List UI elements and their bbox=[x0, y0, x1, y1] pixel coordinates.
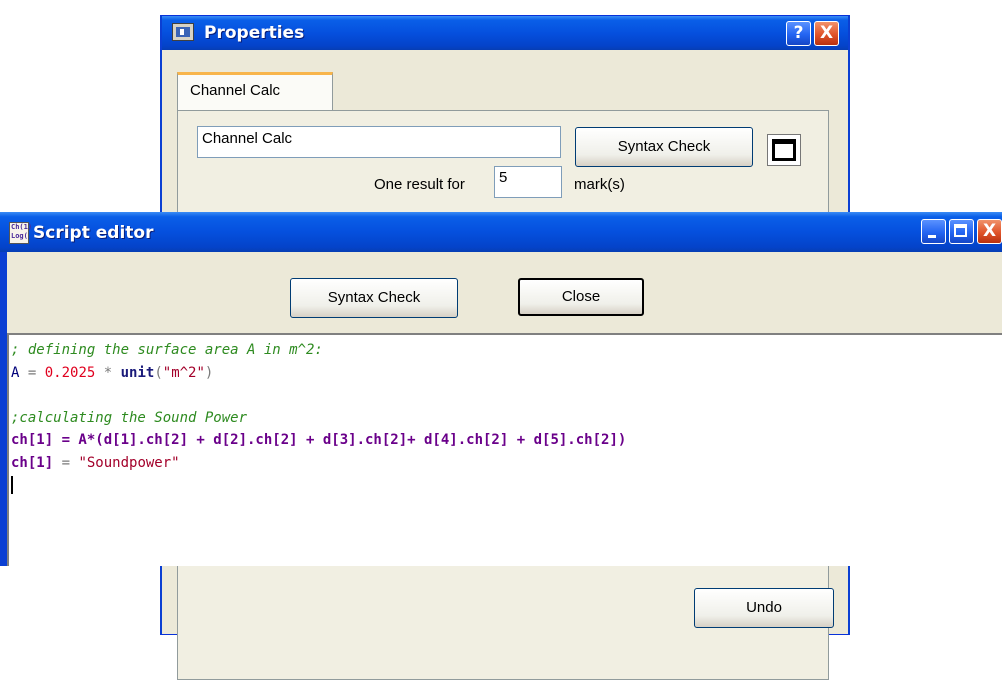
properties-title: Properties bbox=[204, 23, 305, 43]
code-token-paren: ) bbox=[204, 364, 214, 381]
script-close-button[interactable]: Close bbox=[518, 278, 644, 316]
code-line-channel-name: ch[1] = "Soundpower" bbox=[11, 452, 1002, 475]
code-token-string: "Soundpower" bbox=[78, 454, 180, 471]
code-token-string: "m^2" bbox=[162, 364, 205, 381]
code-token-function: unit bbox=[120, 364, 155, 381]
properties-titlebar[interactable]: Properties ? X bbox=[162, 16, 848, 50]
minimize-icon[interactable] bbox=[921, 219, 946, 244]
one-result-label: One result for bbox=[374, 176, 465, 193]
code-token-number: 0.2025 bbox=[44, 364, 96, 381]
script-editor-window: Ch(1) Log( Script editor X Syntax Check … bbox=[0, 212, 1002, 566]
script-editor-title: Script editor bbox=[33, 223, 154, 243]
close-icon[interactable]: X bbox=[814, 21, 839, 46]
code-line-assignment-area: A = 0.2025 * unit("m^2") bbox=[11, 362, 1002, 385]
text-caret bbox=[11, 476, 13, 494]
code-token-operator: * bbox=[95, 364, 121, 381]
code-line-comment-2: ;calculating the Sound Power bbox=[11, 409, 248, 426]
code-token-operator: = bbox=[19, 364, 45, 381]
maximize-icon[interactable] bbox=[949, 219, 974, 244]
help-button[interactable]: ? bbox=[786, 21, 811, 46]
panel-toggle-icon[interactable] bbox=[767, 134, 801, 166]
code-line-comment-1: ; defining the surface area A in m^2: bbox=[11, 342, 323, 358]
code-token-paren: ( bbox=[154, 364, 163, 381]
code-line-cursor bbox=[11, 474, 1002, 497]
properties-window-icon bbox=[172, 23, 194, 41]
code-token-channel: ch[1] bbox=[11, 454, 54, 471]
code-line-sound-power: ch[1] = A*(d[1].ch[2] + d[2].ch[2] + d[3… bbox=[11, 432, 627, 448]
code-token-operator: = bbox=[53, 454, 79, 471]
code-editor[interactable]: ; defining the surface area A in m^2: A … bbox=[7, 333, 1002, 566]
syntax-check-button[interactable]: Syntax Check bbox=[575, 127, 753, 167]
close-icon[interactable]: X bbox=[977, 219, 1002, 244]
script-editor-icon: Ch(1) Log( bbox=[9, 222, 32, 244]
marks-unit-label: mark(s) bbox=[574, 176, 625, 193]
marks-count-field[interactable]: 5 bbox=[494, 166, 562, 198]
script-syntax-check-button[interactable]: Syntax Check bbox=[290, 278, 458, 318]
undo-button[interactable]: Undo bbox=[694, 588, 834, 628]
window-border bbox=[0, 252, 7, 566]
channel-name-field[interactable]: Channel Calc bbox=[197, 126, 561, 158]
script-editor-titlebar[interactable]: Ch(1) Log( Script editor X bbox=[0, 212, 1002, 252]
tab-channel-calc[interactable]: Channel Calc bbox=[177, 72, 333, 110]
